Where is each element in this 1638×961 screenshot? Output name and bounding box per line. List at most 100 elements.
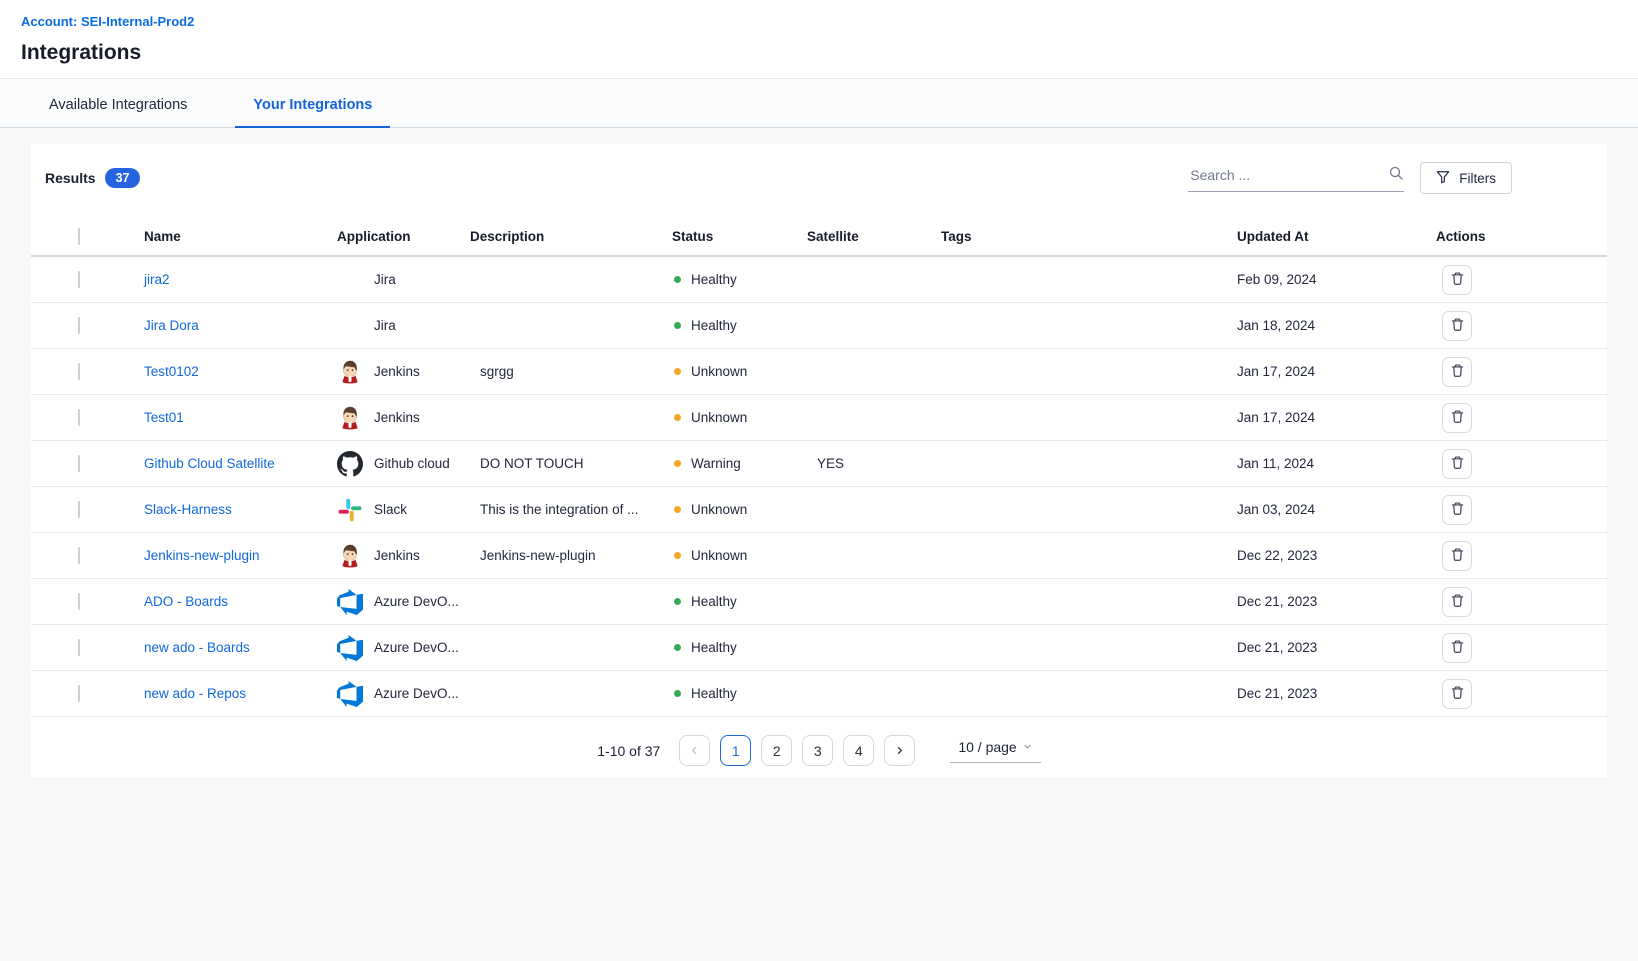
row-checkbox[interactable]	[78, 501, 80, 518]
delete-integration-button[interactable]	[1442, 541, 1472, 571]
status-dot	[674, 644, 681, 651]
status-label: Healthy	[691, 594, 737, 609]
azure-icon	[337, 681, 363, 707]
application-label: Azure DevO...	[374, 594, 459, 609]
trash-icon	[1450, 685, 1465, 703]
updated-at-value: Dec 21, 2023	[1237, 640, 1436, 655]
integrations-table: Name Application Description Status Sate…	[31, 217, 1607, 717]
status-dot	[674, 598, 681, 605]
updated-at-value: Jan 18, 2024	[1237, 318, 1436, 333]
trash-icon	[1450, 363, 1465, 381]
integration-name-link[interactable]: ADO - Boards	[144, 594, 228, 609]
status-label: Healthy	[691, 640, 737, 655]
trash-icon	[1450, 455, 1465, 473]
search-input[interactable]	[1188, 166, 1388, 184]
delete-integration-button[interactable]	[1442, 679, 1472, 709]
row-checkbox[interactable]	[78, 455, 80, 472]
page-button-3[interactable]: 3	[802, 735, 833, 766]
page-size-select[interactable]: 10 / page	[950, 739, 1040, 763]
status-label: Unknown	[691, 364, 747, 379]
row-checkbox[interactable]	[78, 593, 80, 610]
previous-page-button[interactable]	[679, 735, 710, 766]
row-checkbox[interactable]	[78, 409, 80, 426]
integration-name-link[interactable]: Test01	[144, 410, 184, 425]
delete-integration-button[interactable]	[1442, 633, 1472, 663]
column-header-name: Name	[144, 229, 337, 244]
next-page-button[interactable]	[884, 735, 915, 766]
integration-name-link[interactable]: Github Cloud Satellite	[144, 456, 275, 471]
trash-icon	[1450, 547, 1465, 565]
updated-at-value: Dec 21, 2023	[1237, 594, 1436, 609]
table-row: Test01 Jenkins Unknown Jan 17, 2024	[31, 395, 1607, 441]
row-checkbox[interactable]	[78, 547, 80, 564]
status-dot	[674, 690, 681, 697]
delete-integration-button[interactable]	[1442, 357, 1472, 387]
row-checkbox[interactable]	[78, 363, 80, 380]
trash-icon	[1450, 639, 1465, 657]
page-button-1[interactable]: 1	[720, 735, 751, 766]
updated-at-value: Jan 17, 2024	[1237, 410, 1436, 425]
row-checkbox[interactable]	[78, 271, 80, 288]
column-header-actions: Actions	[1436, 229, 1607, 244]
trash-icon	[1450, 593, 1465, 611]
filters-button[interactable]: Filters	[1420, 162, 1512, 194]
account-breadcrumb-link[interactable]: Account: SEI-Internal-Prod2	[21, 14, 194, 29]
integration-name-link[interactable]: Jenkins-new-plugin	[144, 548, 260, 563]
delete-integration-button[interactable]	[1442, 403, 1472, 433]
integration-name-link[interactable]: new ado - Repos	[144, 686, 246, 701]
delete-integration-button[interactable]	[1442, 449, 1472, 479]
status-label: Healthy	[691, 318, 737, 333]
updated-at-value: Jan 11, 2024	[1237, 456, 1436, 471]
slack-icon	[337, 497, 363, 523]
tab-available-integrations[interactable]: Available Integrations	[31, 97, 205, 127]
trash-icon	[1450, 409, 1465, 427]
jenkins-icon	[337, 359, 363, 385]
filter-funnel-icon	[1436, 170, 1450, 187]
results-label: Results	[45, 170, 96, 186]
trash-icon	[1450, 317, 1465, 335]
status-label: Warning	[691, 456, 741, 471]
column-header-description: Description	[470, 229, 672, 244]
status-dot	[674, 552, 681, 559]
status-dot	[674, 460, 681, 467]
azure-icon	[337, 635, 363, 661]
application-label: Azure DevO...	[374, 640, 459, 655]
application-label: Jenkins	[374, 548, 420, 563]
github-icon	[337, 451, 363, 477]
azure-icon	[337, 589, 363, 615]
delete-integration-button[interactable]	[1442, 495, 1472, 525]
tab-your-integrations[interactable]: Your Integrations	[235, 97, 390, 127]
integration-name-link[interactable]: Slack-Harness	[144, 502, 232, 517]
page-button-2[interactable]: 2	[761, 735, 792, 766]
table-header-row: Name Application Description Status Sate…	[31, 217, 1607, 257]
toolbar: Results 37 Filters	[31, 144, 1607, 194]
integration-name-link[interactable]: new ado - Boards	[144, 640, 250, 655]
application-label: Jenkins	[374, 364, 420, 379]
updated-at-value: Jan 03, 2024	[1237, 502, 1436, 517]
delete-integration-button[interactable]	[1442, 587, 1472, 617]
page-button-4[interactable]: 4	[843, 735, 874, 766]
status-label: Unknown	[691, 548, 747, 563]
description-text: sgrgg	[470, 364, 672, 379]
jenkins-icon	[337, 405, 363, 431]
updated-at-value: Dec 22, 2023	[1237, 548, 1436, 563]
status-label: Healthy	[691, 686, 737, 701]
updated-at-value: Jan 17, 2024	[1237, 364, 1436, 379]
jira-icon	[337, 267, 363, 293]
table-row: Test0102 Jenkins sgrgg Unknown Jan 17, 2…	[31, 349, 1607, 395]
delete-integration-button[interactable]	[1442, 311, 1472, 341]
select-all-checkbox[interactable]	[78, 228, 80, 245]
integration-name-link[interactable]: Jira Dora	[144, 318, 199, 333]
search-box	[1188, 165, 1404, 192]
table-row: Slack-Harness Slack This is the integrat…	[31, 487, 1607, 533]
row-checkbox[interactable]	[78, 317, 80, 334]
page-header: Account: SEI-Internal-Prod2 Integrations	[0, 0, 1638, 79]
row-checkbox[interactable]	[78, 685, 80, 702]
integration-name-link[interactable]: jira2	[144, 272, 170, 287]
delete-integration-button[interactable]	[1442, 265, 1472, 295]
integration-name-link[interactable]: Test0102	[144, 364, 199, 379]
application-label: Github cloud	[374, 456, 450, 471]
row-checkbox[interactable]	[78, 639, 80, 656]
jenkins-icon	[337, 543, 363, 569]
status-label: Unknown	[691, 502, 747, 517]
